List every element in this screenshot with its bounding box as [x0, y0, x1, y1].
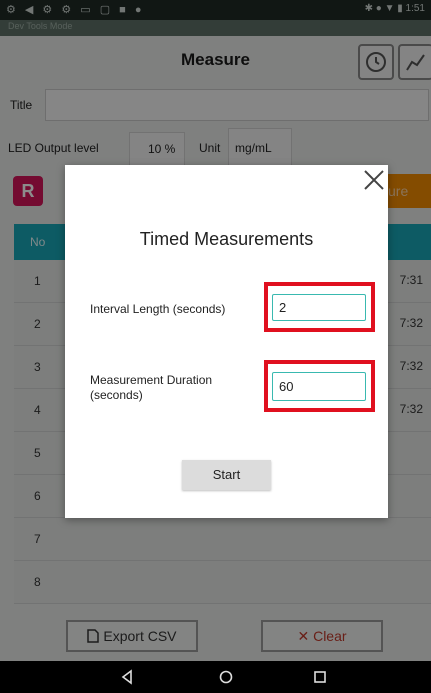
start-button[interactable]: Start	[182, 460, 271, 490]
close-icon[interactable]	[361, 167, 387, 193]
measurement-duration-label-line1: Measurement Duration	[90, 373, 213, 387]
interval-length-label: Interval Length (seconds)	[90, 302, 226, 316]
recents-icon[interactable]	[312, 669, 328, 685]
dialog-title: Timed Measurements	[139, 229, 314, 249]
timed-measurements-dialog: Timed Measurements Interval Length (seco…	[65, 165, 388, 518]
home-icon[interactable]	[218, 669, 234, 685]
navigation-bar	[0, 661, 431, 693]
measurement-duration-label-line2: (seconds)	[90, 388, 143, 402]
measurement-duration-label: Measurement Duration (seconds)	[90, 373, 212, 403]
interval-length-input[interactable]: 2	[272, 294, 366, 321]
measurement-duration-input[interactable]: 60	[272, 372, 366, 401]
back-icon[interactable]	[119, 669, 135, 685]
